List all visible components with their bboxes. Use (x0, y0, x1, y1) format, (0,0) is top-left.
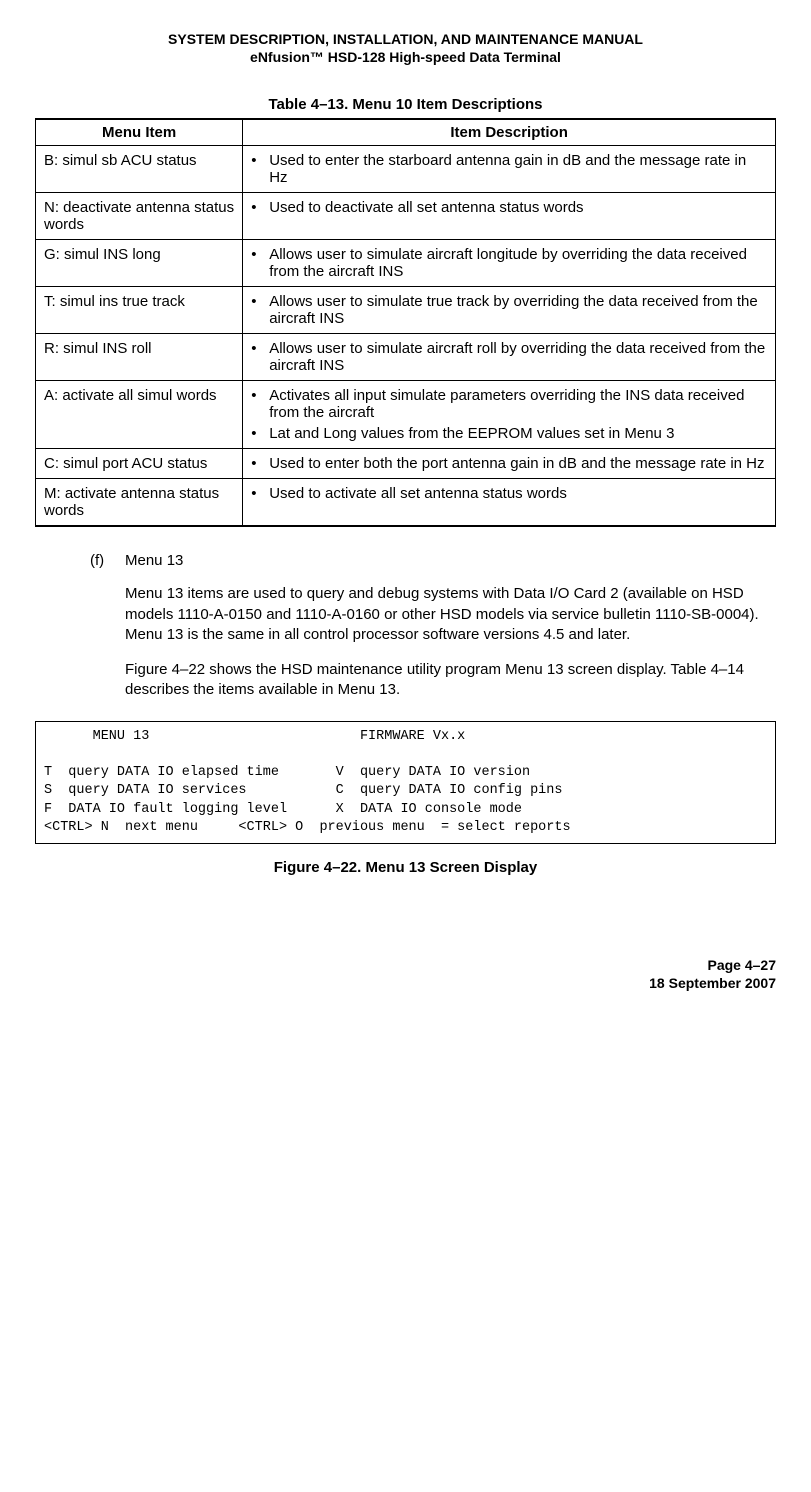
bullet-icon: • (251, 199, 269, 216)
menu-item-cell: B: simul sb ACU status (36, 146, 243, 193)
bullet-row: •Used to enter both the port antenna gai… (251, 455, 767, 472)
description-cell: •Allows user to simulate aircraft longit… (243, 240, 776, 287)
bullet-text: Used to activate all set antenna status … (269, 485, 767, 502)
figure-caption: Figure 4–22. Menu 13 Screen Display (35, 859, 776, 876)
bullet-icon: • (251, 152, 269, 169)
table-row: T: simul ins true track•Allows user to s… (36, 287, 776, 334)
bullet-icon: • (251, 425, 269, 442)
table-row: M: activate antenna status words •Used to… (36, 479, 776, 527)
description-cell: •Allows user to simulate aircraft roll b… (243, 334, 776, 381)
description-cell: •Activates all input simulate parameters… (243, 381, 776, 449)
table-row: N: deactivate antenna status words •Used … (36, 193, 776, 240)
bullet-row: •Activates all input simulate parameters… (251, 387, 767, 421)
menu-item-cell: C: simul port ACU status (36, 449, 243, 479)
menu-item-cell: T: simul ins true track (36, 287, 243, 334)
section-f: (f) Menu 13 (90, 552, 776, 569)
bullet-text: Used to enter the starboard antenna gain… (269, 152, 767, 186)
bullet-icon: • (251, 387, 269, 404)
bullet-icon: • (251, 293, 269, 310)
bullet-row: •Used to activate all set antenna status… (251, 485, 767, 502)
bullet-icon: • (251, 455, 269, 472)
bullet-text: Allows user to simulate aircraft longitu… (269, 246, 767, 280)
menu-item-cell: R: simul INS roll (36, 334, 243, 381)
bullet-row: •Lat and Long values from the EEPROM val… (251, 425, 767, 442)
table-row: A: activate all simul words•Activates al… (36, 381, 776, 449)
bullet-row: •Allows user to simulate aircraft roll b… (251, 340, 767, 374)
bullet-text: Allows user to simulate true track by ov… (269, 293, 767, 327)
page-footer: Page 4–27 18 September 2007 (35, 956, 776, 992)
bullet-row: •Allows user to simulate aircraft longit… (251, 246, 767, 280)
bullet-text: Used to deactivate all set antenna statu… (269, 199, 767, 216)
menu-description-table: Menu Item Item Description B: simul sb A… (35, 118, 776, 527)
table-row: R: simul INS roll•Allows user to simulat… (36, 334, 776, 381)
section-title: Menu 13 (125, 552, 183, 569)
bullet-text: Activates all input simulate parameters … (269, 387, 767, 421)
menu-item-cell: M: activate antenna status words (36, 479, 243, 527)
bullet-icon: • (251, 340, 269, 357)
table-caption: Table 4–13. Menu 10 Item Descriptions (35, 96, 776, 113)
menu-13-screen-display: MENU 13 FIRMWARE Vx.x T query DATA IO el… (35, 721, 776, 844)
bullet-row: •Used to enter the starboard antenna gai… (251, 152, 767, 186)
menu-item-cell: N: deactivate antenna status words (36, 193, 243, 240)
footer-page: Page 4–27 (35, 956, 776, 974)
header-line1: SYSTEM DESCRIPTION, INSTALLATION, AND MA… (35, 30, 776, 48)
description-cell: •Used to enter the starboard antenna gai… (243, 146, 776, 193)
menu-item-cell: A: activate all simul words (36, 381, 243, 449)
section-paragraph-1: Menu 13 items are used to query and debu… (125, 584, 776, 645)
bullet-text: Lat and Long values from the EEPROM valu… (269, 425, 767, 442)
description-cell: •Allows user to simulate true track by o… (243, 287, 776, 334)
menu-item-cell: G: simul INS long (36, 240, 243, 287)
section-paragraph-2: Figure 4–22 shows the HSD maintenance ut… (125, 660, 776, 701)
bullet-icon: • (251, 485, 269, 502)
bullet-row: •Used to deactivate all set antenna stat… (251, 199, 767, 216)
table-row: C: simul port ACU status •Used to enter b… (36, 449, 776, 479)
table-row: G: simul INS long•Allows user to simulat… (36, 240, 776, 287)
col-header-menu-item: Menu Item (36, 119, 243, 146)
page-header: SYSTEM DESCRIPTION, INSTALLATION, AND MA… (35, 30, 776, 66)
description-cell: •Used to activate all set antenna status… (243, 479, 776, 527)
footer-date: 18 September 2007 (35, 974, 776, 992)
description-cell: •Used to deactivate all set antenna stat… (243, 193, 776, 240)
bullet-text: Used to enter both the port antenna gain… (269, 455, 767, 472)
bullet-row: •Allows user to simulate true track by o… (251, 293, 767, 327)
bullet-icon: • (251, 246, 269, 263)
header-line2: eNfusion™ HSD-128 High-speed Data Termin… (35, 48, 776, 66)
col-header-item-description: Item Description (243, 119, 776, 146)
table-row: B: simul sb ACU status•Used to enter the… (36, 146, 776, 193)
section-label: (f) (90, 552, 125, 569)
description-cell: •Used to enter both the port antenna gai… (243, 449, 776, 479)
bullet-text: Allows user to simulate aircraft roll by… (269, 340, 767, 374)
